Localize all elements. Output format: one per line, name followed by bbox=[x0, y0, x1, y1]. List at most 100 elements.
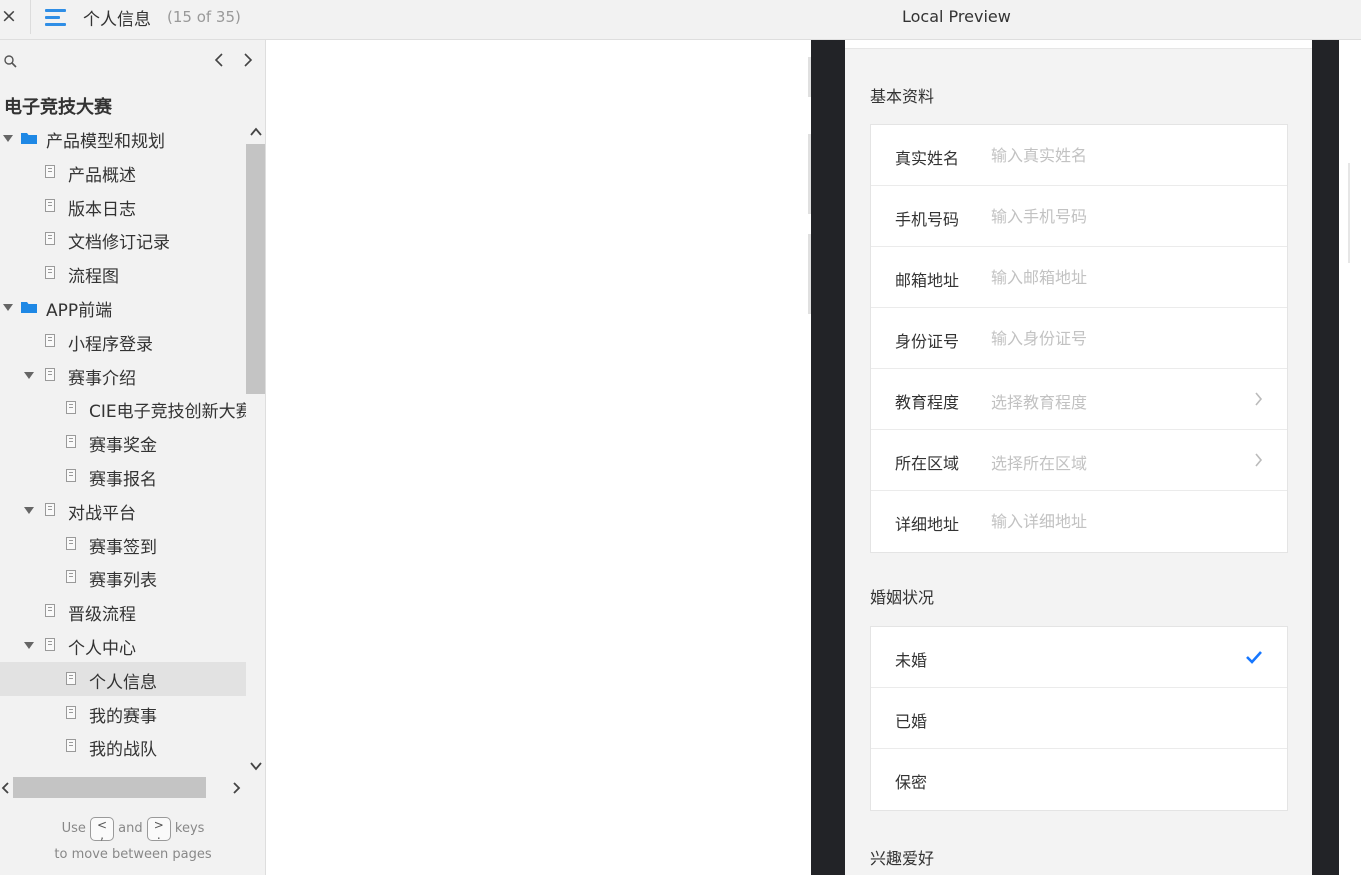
tree-page[interactable]: CIE电子竞技创新大赛 bbox=[0, 391, 246, 425]
folder-icon bbox=[21, 133, 37, 144]
marital-option[interactable]: 保密 bbox=[871, 749, 1287, 810]
tree-page[interactable]: 小程序登录 bbox=[0, 324, 246, 358]
text-field[interactable] bbox=[991, 266, 1241, 288]
page-icon bbox=[66, 537, 76, 550]
page-icon bbox=[66, 570, 76, 583]
page-icon bbox=[45, 165, 55, 178]
page-icon bbox=[66, 435, 76, 448]
page-icon bbox=[45, 368, 55, 381]
page-icon bbox=[66, 706, 76, 719]
marital-status-card: 未婚 已婚 保密 bbox=[870, 626, 1288, 811]
page-icon bbox=[66, 739, 76, 752]
expand-caret-icon[interactable] bbox=[24, 642, 34, 649]
scroll-right-icon[interactable] bbox=[230, 780, 242, 796]
text-field[interactable] bbox=[991, 510, 1241, 532]
page-icon bbox=[66, 469, 76, 482]
basic-info-card: 真实姓名手机号码邮箱地址身份证号教育程度 选择教育程度所在区域 选择所在区域详细地址 bbox=[870, 124, 1288, 553]
page-count: (15 of 35) bbox=[167, 8, 241, 26]
select-placeholder[interactable]: 选择所在区域 bbox=[991, 450, 1087, 474]
hobbies-title: 兴趣爱好 bbox=[870, 849, 935, 868]
tree-page[interactable]: 赛事奖金 bbox=[0, 425, 246, 459]
tree-item-label: 赛事奖金 bbox=[89, 436, 157, 456]
page-icon bbox=[45, 604, 55, 617]
tree-page[interactable]: 赛事签到 bbox=[0, 527, 246, 561]
tree-item-label: 赛事签到 bbox=[89, 538, 157, 558]
tree-item-label: 赛事介绍 bbox=[68, 369, 136, 389]
scroll-down-icon[interactable] bbox=[248, 759, 264, 773]
tree-item-label: CIE电子竞技创新大赛 bbox=[89, 402, 246, 422]
tree-page[interactable]: 文档修订记录 bbox=[0, 222, 246, 256]
expand-caret-icon[interactable] bbox=[3, 304, 13, 311]
tree-item-label: 对战平台 bbox=[68, 504, 136, 524]
tree-page[interactable]: 产品概述 bbox=[0, 155, 246, 189]
tree-item-label: 赛事列表 bbox=[89, 571, 157, 591]
tree-page[interactable]: 对战平台 bbox=[0, 493, 246, 527]
scroll-up-icon[interactable] bbox=[248, 125, 264, 139]
tree-page[interactable]: 流程图 bbox=[0, 256, 246, 290]
tree-page[interactable]: 版本日志 bbox=[0, 189, 246, 223]
field-label: 所在区域 bbox=[895, 454, 960, 473]
chevron-right-icon[interactable] bbox=[1254, 452, 1263, 468]
form-row: 身份证号 bbox=[871, 308, 1287, 369]
option-label: 未婚 bbox=[895, 651, 928, 670]
text-field[interactable] bbox=[991, 327, 1241, 349]
page-title: 个人信息 bbox=[83, 10, 151, 30]
tree-page[interactable]: 晋级流程 bbox=[0, 594, 246, 628]
horizontal-scroll-thumb[interactable] bbox=[13, 777, 206, 798]
next-page-icon[interactable] bbox=[241, 52, 255, 68]
tree-page[interactable]: 我的赛事 bbox=[0, 696, 246, 730]
hint-and: and bbox=[118, 821, 143, 836]
tree-page[interactable]: 赛事列表 bbox=[0, 560, 246, 594]
scroll-left-icon[interactable] bbox=[0, 780, 12, 796]
form-row[interactable]: 教育程度 选择教育程度 bbox=[871, 369, 1287, 430]
sidebar: 电子竞技大赛 产品模型和规划产品概述 版本日志 文档修订记录流程图 APP前端小程序登… bbox=[0, 40, 266, 875]
marital-option[interactable]: 未婚 bbox=[871, 627, 1287, 688]
project-title: 电子竞技大赛 bbox=[4, 97, 112, 118]
form-row: 邮箱地址 bbox=[871, 247, 1287, 308]
hint-line2: to move between pages bbox=[54, 847, 212, 862]
tree-page[interactable]: 意见反馈 bbox=[0, 763, 246, 767]
page-icon bbox=[45, 334, 55, 347]
basic-info-title: 基本资料 bbox=[870, 87, 935, 106]
page-icon bbox=[66, 401, 76, 414]
page-icon bbox=[45, 266, 55, 279]
form-row[interactable]: 所在区域 选择所在区域 bbox=[871, 430, 1287, 491]
expand-caret-icon[interactable] bbox=[24, 507, 34, 514]
topbar-divider bbox=[30, 0, 31, 34]
expand-caret-icon[interactable] bbox=[3, 135, 13, 142]
page-icon bbox=[45, 503, 55, 516]
chevron-right-icon[interactable] bbox=[1254, 391, 1263, 407]
marital-option[interactable]: 已婚 bbox=[871, 688, 1287, 749]
tree-folder[interactable]: 产品模型和规划 bbox=[0, 121, 246, 155]
tree-page[interactable]: 赛事介绍 bbox=[0, 358, 246, 392]
tree-page[interactable]: 个人信息 bbox=[0, 662, 246, 696]
tree-item-label: 个人信息 bbox=[89, 673, 157, 693]
tree-item-label: 赛事报名 bbox=[89, 470, 157, 490]
expand-caret-icon[interactable] bbox=[24, 372, 34, 379]
tree-item-label: 产品模型和规划 bbox=[46, 132, 165, 152]
page-icon bbox=[45, 199, 55, 212]
search-icon[interactable] bbox=[4, 55, 17, 68]
tree-item-label: 流程图 bbox=[68, 267, 119, 287]
tree-item-label: APP前端 bbox=[46, 301, 113, 321]
top-bar: × 个人信息 (15 of 35) Local Preview bbox=[0, 0, 1361, 40]
select-placeholder[interactable]: 选择教育程度 bbox=[991, 389, 1087, 413]
option-label: 已婚 bbox=[895, 712, 928, 731]
tree-page[interactable]: 赛事报名 bbox=[0, 459, 246, 493]
prev-key-icon: <, bbox=[90, 816, 114, 841]
option-label: 保密 bbox=[895, 773, 928, 792]
vertical-scroll-thumb[interactable] bbox=[246, 144, 265, 394]
tree-folder[interactable]: APP前端 bbox=[0, 290, 246, 324]
tree-page[interactable]: 我的战队 bbox=[0, 729, 246, 763]
marital-status-title: 婚姻状况 bbox=[870, 588, 935, 607]
text-field[interactable] bbox=[991, 205, 1241, 227]
tree-page[interactable]: 个人中心 bbox=[0, 628, 246, 662]
hamburger-menu-icon[interactable] bbox=[45, 7, 67, 27]
page-tree: 产品模型和规划产品概述 版本日志 文档修订记录流程图 APP前端小程序登录赛事介绍 CI… bbox=[0, 121, 246, 767]
tree-item-label: 我的赛事 bbox=[89, 707, 157, 727]
keyboard-hint: Use <, and >. keys to move between pages bbox=[0, 816, 265, 868]
close-icon[interactable]: × bbox=[0, 0, 18, 34]
field-label: 身份证号 bbox=[895, 332, 960, 351]
previous-page-icon[interactable] bbox=[212, 52, 226, 68]
text-field[interactable] bbox=[991, 144, 1241, 166]
